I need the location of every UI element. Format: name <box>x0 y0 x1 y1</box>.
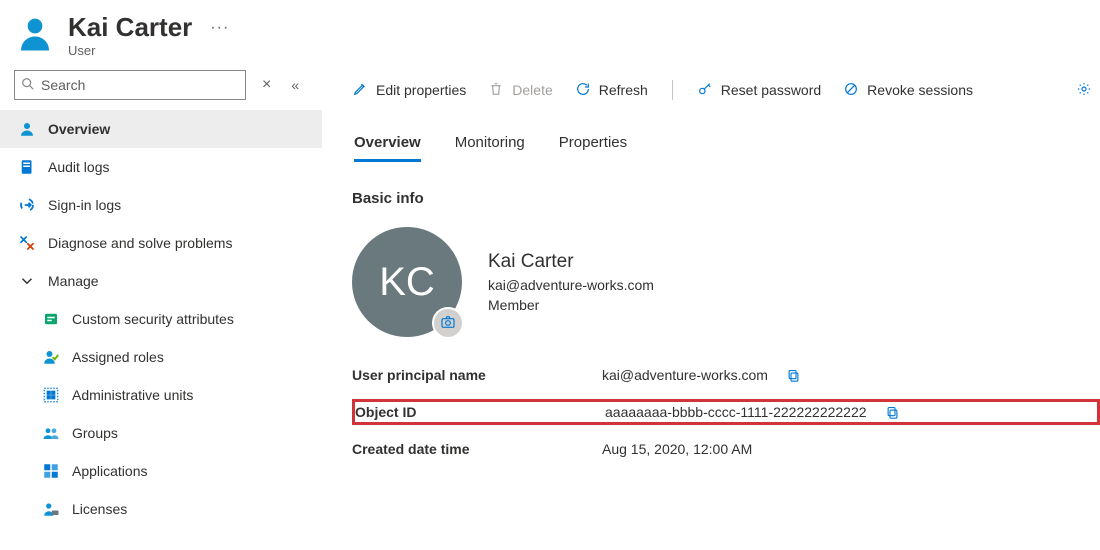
clear-search-button[interactable]: × <box>256 76 277 94</box>
sidebar-item-label: Licenses <box>72 501 127 517</box>
tab-properties[interactable]: Properties <box>559 134 627 162</box>
refresh-icon <box>575 81 591 100</box>
sidebar-item-label: Manage <box>48 273 99 289</box>
block-icon <box>843 81 859 100</box>
button-label: Edit properties <box>376 82 466 98</box>
created-label: Created date time <box>352 441 602 457</box>
copy-upn-button[interactable] <box>786 368 801 383</box>
tab-bar: Overview Monitoring Properties <box>352 134 1100 162</box>
upn-value: kai@adventure-works.com <box>602 367 768 383</box>
search-icon <box>21 77 35 94</box>
sidebar-item-label: Custom security attributes <box>72 311 234 327</box>
collapse-sidebar-button[interactable]: « <box>287 77 303 93</box>
sidebar-item-label: Sign-in logs <box>48 197 121 213</box>
sidebar-item-audit-logs[interactable]: Audit logs <box>0 148 322 186</box>
delete-button: Delete <box>488 81 552 100</box>
page-title: Kai Carter <box>68 12 192 43</box>
tab-overview[interactable]: Overview <box>354 134 421 162</box>
main-content: Edit properties Delete Refresh <box>322 66 1100 550</box>
page-subtitle: User <box>68 43 229 58</box>
command-toolbar: Edit properties Delete Refresh <box>352 68 1100 112</box>
button-label: Reset password <box>721 82 821 98</box>
sidebar-item-diagnose[interactable]: Diagnose and solve problems <box>0 224 322 262</box>
badge-icon <box>42 310 60 328</box>
search-box[interactable] <box>14 70 246 100</box>
sidebar-item-label: Groups <box>72 425 118 441</box>
sidebar-item-label: Diagnose and solve problems <box>48 235 232 251</box>
basic-info-title: Basic info <box>352 190 1100 207</box>
user-email: kai@adventure-works.com <box>488 277 654 293</box>
sidebar-item-signin-logs[interactable]: Sign-in logs <box>0 186 322 224</box>
button-label: Revoke sessions <box>867 82 973 98</box>
key-icon <box>697 81 713 100</box>
sidebar-item-assigned-roles[interactable]: Assigned roles <box>0 338 322 376</box>
copy-object-id-button[interactable] <box>885 405 900 420</box>
sidebar-item-groups[interactable]: Groups <box>0 414 322 452</box>
grid-icon <box>42 386 60 404</box>
tab-monitoring[interactable]: Monitoring <box>455 134 525 162</box>
trash-icon <box>488 81 504 100</box>
reset-password-button[interactable]: Reset password <box>697 81 821 100</box>
sidebar-item-applications[interactable]: Applications <box>0 452 322 490</box>
apps-icon <box>42 462 60 480</box>
sidebar-item-overview[interactable]: Overview <box>0 110 322 148</box>
person-check-icon <box>42 348 60 366</box>
book-icon <box>18 158 36 176</box>
change-photo-button[interactable] <box>432 307 464 339</box>
chevron-down-icon <box>18 272 36 290</box>
button-label: Delete <box>512 82 552 98</box>
sidebar-item-label: Applications <box>72 463 148 479</box>
person-icon <box>18 120 36 138</box>
refresh-button[interactable]: Refresh <box>575 81 648 100</box>
user-type: Member <box>488 297 654 313</box>
avatar-wrap: KC <box>352 227 462 337</box>
user-display-name: Kai Carter <box>488 251 654 273</box>
groups-icon <box>42 424 60 442</box>
pencil-icon <box>352 81 368 100</box>
sidebar-section-manage[interactable]: Manage <box>0 262 322 300</box>
object-id-label: Object ID <box>355 404 605 420</box>
gear-icon <box>1076 81 1092 100</box>
sidebar-item-label: Administrative units <box>72 387 193 403</box>
tools-icon <box>18 234 36 252</box>
user-icon <box>14 12 56 57</box>
created-value: Aug 15, 2020, 12:00 AM <box>602 441 752 457</box>
sidebar-item-licenses[interactable]: Licenses <box>0 490 322 528</box>
sidebar-item-label: Audit logs <box>48 159 109 175</box>
license-icon <box>42 500 60 518</box>
sidebar-item-label: Overview <box>48 121 110 137</box>
toolbar-divider <box>672 80 673 100</box>
object-id-value: aaaaaaaa-bbbb-cccc-1111-222222222222 <box>605 404 867 420</box>
object-id-row: Object ID aaaaaaaa-bbbb-cccc-1111-222222… <box>352 399 1100 425</box>
signin-icon <box>18 196 36 214</box>
toolbar-settings-button[interactable] <box>1076 81 1092 100</box>
camera-icon <box>440 314 456 333</box>
sidebar-item-label: Assigned roles <box>72 349 164 365</box>
sidebar-item-custom-security-attributes[interactable]: Custom security attributes <box>0 300 322 338</box>
button-label: Refresh <box>599 82 648 98</box>
created-row: Created date time Aug 15, 2020, 12:00 AM <box>352 439 1100 459</box>
edit-properties-button[interactable]: Edit properties <box>352 81 466 100</box>
sidebar-item-administrative-units[interactable]: Administrative units <box>0 376 322 414</box>
upn-row: User principal name kai@adventure-works.… <box>352 365 1100 385</box>
search-input[interactable] <box>41 77 239 93</box>
revoke-sessions-button[interactable]: Revoke sessions <box>843 81 973 100</box>
page-header: Kai Carter ··· User <box>0 0 1100 66</box>
sidebar: × « Overview Audit logs <box>0 66 322 550</box>
upn-label: User principal name <box>352 367 602 383</box>
more-actions-button[interactable]: ··· <box>210 19 229 37</box>
